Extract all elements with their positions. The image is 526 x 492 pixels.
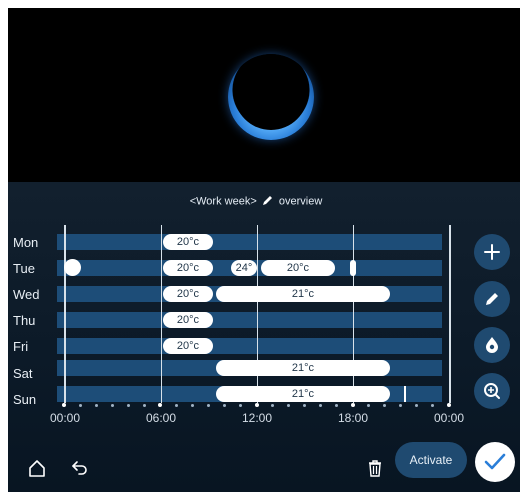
schedule-subtitle: overview bbox=[278, 195, 323, 208]
day-label-thu: Thu bbox=[13, 313, 36, 328]
timeline-tick bbox=[78, 404, 82, 407]
trash-icon[interactable] bbox=[367, 459, 383, 482]
day-track-mon[interactable] bbox=[57, 234, 442, 250]
time-slot[interactable]: 20°c bbox=[163, 234, 213, 250]
zoom-button[interactable] bbox=[474, 373, 510, 409]
timeline-tick bbox=[174, 404, 178, 407]
time-slot[interactable]: 20°c bbox=[163, 338, 213, 354]
time-label: 06:00 bbox=[145, 411, 177, 425]
day-label-sat: Sat bbox=[13, 366, 33, 381]
time-slot[interactable]: 21°c bbox=[216, 286, 390, 302]
activate-button[interactable]: Activate bbox=[395, 442, 467, 478]
time-slot[interactable]: 21°c bbox=[216, 386, 390, 402]
drop-settings-icon bbox=[486, 337, 498, 353]
time-slot[interactable]: 20°c bbox=[261, 260, 335, 276]
grid-line-0600 bbox=[161, 225, 162, 403]
timeline-tick bbox=[222, 404, 226, 407]
pencil-icon bbox=[486, 293, 498, 305]
timeline-tick bbox=[238, 404, 242, 407]
time-slot[interactable]: 24° bbox=[231, 260, 257, 276]
timeline-major-tick bbox=[254, 403, 259, 407]
grid-line-1800 bbox=[353, 225, 354, 403]
time-slot[interactable]: 20°c bbox=[163, 312, 213, 328]
timeline-tick bbox=[94, 404, 98, 407]
grid-line-0000 bbox=[64, 225, 66, 403]
timeline-major-tick bbox=[62, 403, 66, 407]
status-area bbox=[8, 8, 520, 182]
add-slot-button[interactable] bbox=[474, 234, 510, 270]
settings-button[interactable] bbox=[474, 327, 510, 363]
back-arrow-icon[interactable] bbox=[70, 459, 90, 482]
plus-icon bbox=[484, 244, 500, 260]
time-label: 00:00 bbox=[49, 411, 81, 425]
day-track-fri[interactable] bbox=[57, 338, 442, 354]
grid-line-2400 bbox=[449, 225, 451, 403]
day-track-thu[interactable] bbox=[57, 312, 442, 328]
day-label-tue: Tue bbox=[13, 261, 35, 276]
time-label: 12:00 bbox=[241, 411, 273, 425]
timeline-major-tick bbox=[447, 403, 451, 407]
time-slot[interactable]: 20°c bbox=[163, 286, 213, 302]
timeline-tick bbox=[190, 404, 194, 407]
day-label-wed: Wed bbox=[13, 287, 40, 302]
schedule-name: <Work week> bbox=[189, 195, 257, 208]
schedule-title[interactable]: <Work week> overview bbox=[0, 194, 512, 209]
timeline-tick bbox=[126, 404, 130, 407]
grid-line-1200 bbox=[257, 225, 258, 403]
slot-handle[interactable] bbox=[404, 386, 406, 402]
slot-handle[interactable] bbox=[64, 259, 81, 276]
time-label: 18:00 bbox=[337, 411, 369, 425]
time-slot[interactable]: 21°c bbox=[216, 360, 390, 376]
zoom-icon bbox=[484, 383, 500, 399]
timeline-tick bbox=[206, 404, 210, 407]
day-label-mon: Mon bbox=[13, 235, 39, 250]
time-slot[interactable]: 20°c bbox=[163, 260, 213, 276]
home-icon[interactable] bbox=[27, 458, 47, 483]
timeline-tick bbox=[110, 404, 114, 407]
confirm-button[interactable] bbox=[475, 442, 515, 482]
timeline-tick bbox=[142, 404, 146, 407]
status-ring bbox=[228, 54, 314, 140]
pencil-icon bbox=[262, 194, 274, 209]
edit-slot-button[interactable] bbox=[474, 281, 510, 317]
checkmark-icon bbox=[484, 453, 506, 470]
time-label: 00:00 bbox=[433, 411, 465, 425]
day-label-fri: Fri bbox=[13, 339, 29, 354]
timeline-major-tick bbox=[350, 403, 355, 407]
slot-handle[interactable] bbox=[350, 260, 356, 276]
day-label-sun: Sun bbox=[13, 392, 37, 407]
